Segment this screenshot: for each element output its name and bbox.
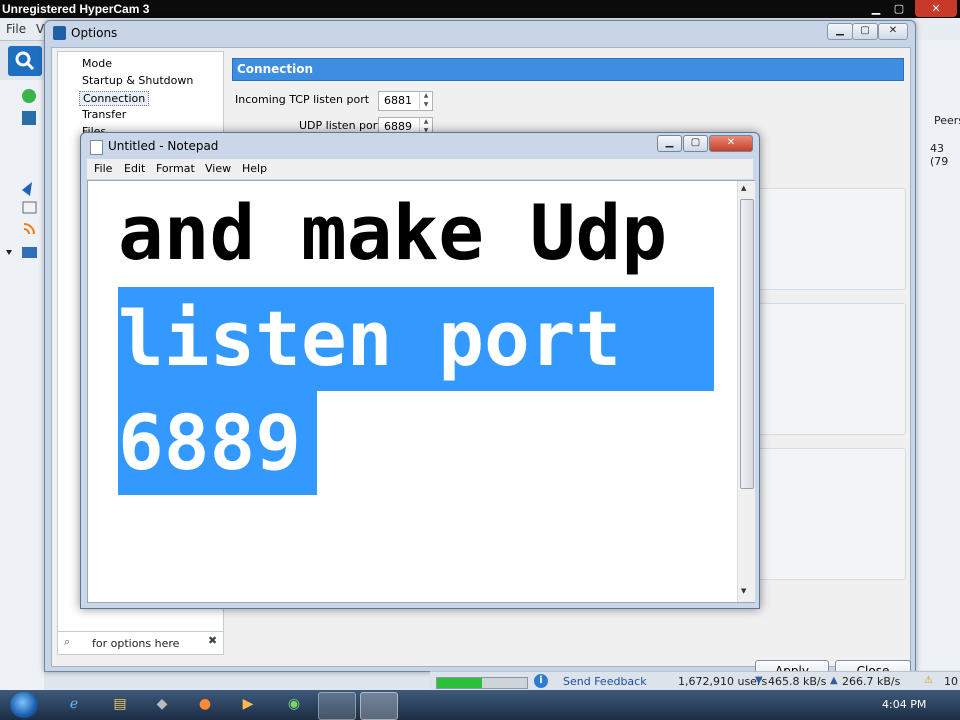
menu-file[interactable]: File xyxy=(94,162,112,175)
notepad-close-button[interactable]: ✕ xyxy=(709,135,753,152)
notepad-menubar: File Edit Format View Help xyxy=(87,159,753,179)
folder-icon[interactable]: ▤ xyxy=(110,694,130,714)
monitor-icon xyxy=(22,247,37,258)
tree-item-connection[interactable]: Connection xyxy=(79,91,150,106)
users-count: 1,672,910 users xyxy=(678,675,768,688)
tcp-port-label: Incoming TCP listen port xyxy=(235,93,370,106)
hypercam-close-button[interactable]: ✕ xyxy=(915,0,957,17)
notepad-maximize-button[interactable]: ▢ xyxy=(683,135,708,152)
clear-filter-icon[interactable]: ✖ xyxy=(208,634,217,647)
options-titlebar: Options ▁ ▢ ✕ xyxy=(45,21,915,45)
tcp-port-spinner[interactable]: 6881 ▲ ▼ xyxy=(378,91,433,111)
upload-arrow-icon: ▲ xyxy=(830,675,838,686)
network-status-bar xyxy=(436,677,528,689)
section-header: Connection xyxy=(232,58,904,81)
menu-view[interactable]: View xyxy=(205,162,231,175)
peers-cell: 43 (79 xyxy=(930,142,949,168)
notepad-text-area[interactable]: and make Udp listen port 6889 ▲ ▼ xyxy=(87,180,755,603)
options-title: Options xyxy=(71,26,118,40)
taskbar: ℯ ▤ ◆ ● ▶ ◉ 4:04 PM xyxy=(0,690,960,720)
menu-help[interactable]: Help xyxy=(242,162,267,175)
sidebar-icons xyxy=(6,89,37,258)
search-icon xyxy=(15,51,35,71)
media-icon[interactable]: ◆ xyxy=(152,694,172,714)
spin-up-icon[interactable]: ▲ xyxy=(419,118,432,126)
vuze-task-button[interactable] xyxy=(318,692,356,720)
vuze-app-icon xyxy=(53,26,66,40)
udp-port-label: UDP listen port xyxy=(299,119,382,132)
network-status-fill xyxy=(437,678,482,688)
notepad-icon xyxy=(90,140,103,155)
background-menu-view[interactable]: V xyxy=(36,22,44,36)
vertical-scrollbar[interactable]: ▲ ▼ xyxy=(737,181,755,602)
options-minimize-button[interactable]: ▁ xyxy=(827,23,853,40)
start-button[interactable] xyxy=(10,692,38,718)
rss-icon xyxy=(23,223,35,235)
hypercam-maximize-button[interactable]: ▢ xyxy=(888,0,910,17)
menu-format[interactable]: Format xyxy=(156,162,195,175)
background-search-button[interactable] xyxy=(8,46,42,76)
scroll-up-icon[interactable]: ▲ xyxy=(741,184,746,192)
options-close-button[interactable]: ✕ xyxy=(878,23,908,40)
options-maximize-button[interactable]: ▢ xyxy=(852,23,878,40)
status-extra-count: 10 xyxy=(944,675,958,688)
tcp-port-value[interactable]: 6881 xyxy=(384,94,412,107)
magnifier-icon: ⌕ xyxy=(64,635,71,648)
background-sidebar xyxy=(0,80,44,690)
background-menu-file[interactable]: File xyxy=(6,22,26,36)
notepad-minimize-button[interactable]: ▁ xyxy=(657,135,682,152)
taskbar-clock[interactable]: 4:04 PM xyxy=(882,698,926,711)
section-title: Connection xyxy=(237,62,314,76)
warning-icon[interactable]: ⚠ xyxy=(924,675,933,686)
scrollbar-thumb[interactable] xyxy=(740,199,754,489)
tree-item-startup-shutdown[interactable]: Startup & Shutdown xyxy=(82,74,193,87)
selected-text-line[interactable]: 6889 xyxy=(118,391,317,495)
spin-up-icon[interactable]: ▲ xyxy=(419,92,432,100)
options-filter-input[interactable]: ⌕ for options here ✖ xyxy=(57,631,224,655)
chrome-icon[interactable]: ◉ xyxy=(284,694,304,714)
vuze-icon xyxy=(22,182,32,196)
peers-column-header[interactable]: Peers xyxy=(934,114,960,127)
firefox-icon[interactable]: ● xyxy=(195,694,215,714)
notepad-title: Untitled - Notepad xyxy=(108,139,219,153)
info-icon[interactable]: i xyxy=(534,674,548,688)
upload-speed: 266.7 kB/s xyxy=(842,675,901,688)
text-line[interactable]: and make Udp xyxy=(118,181,667,285)
tree-item-transfer[interactable]: Transfer xyxy=(82,108,126,121)
selected-text-line[interactable]: listen port xyxy=(118,287,714,391)
status-bar: i Send Feedback 1,672,910 users ▼ 465.8 … xyxy=(430,671,960,691)
expand-triangle-icon xyxy=(6,250,12,255)
scroll-down-icon[interactable]: ▼ xyxy=(741,587,746,595)
internet-explorer-icon[interactable]: ℯ xyxy=(64,694,84,714)
send-feedback-link[interactable]: Send Feedback xyxy=(563,675,647,688)
media-player-icon[interactable]: ▶ xyxy=(238,694,258,714)
menu-edit[interactable]: Edit xyxy=(124,162,145,175)
notepad-window: Untitled - Notepad ▁ ▢ ✕ File Edit Forma… xyxy=(80,132,760,609)
hypercam-title-bar: Unregistered HyperCam 3 xyxy=(0,0,960,18)
film-icon xyxy=(22,111,36,125)
hypercam-minimize-button[interactable]: ▁ xyxy=(865,0,887,17)
tree-item-mode[interactable]: Mode xyxy=(82,57,112,70)
background-right-panel xyxy=(914,40,960,670)
filter-placeholder: for options here xyxy=(92,637,180,650)
download-speed: 465.8 kB/s xyxy=(768,675,827,688)
spin-down-icon[interactable]: ▼ xyxy=(419,101,432,109)
notepad-task-button[interactable] xyxy=(360,692,398,720)
doc-icon xyxy=(22,201,37,214)
download-arrow-icon: ▼ xyxy=(755,675,763,686)
go-icon xyxy=(22,89,36,103)
